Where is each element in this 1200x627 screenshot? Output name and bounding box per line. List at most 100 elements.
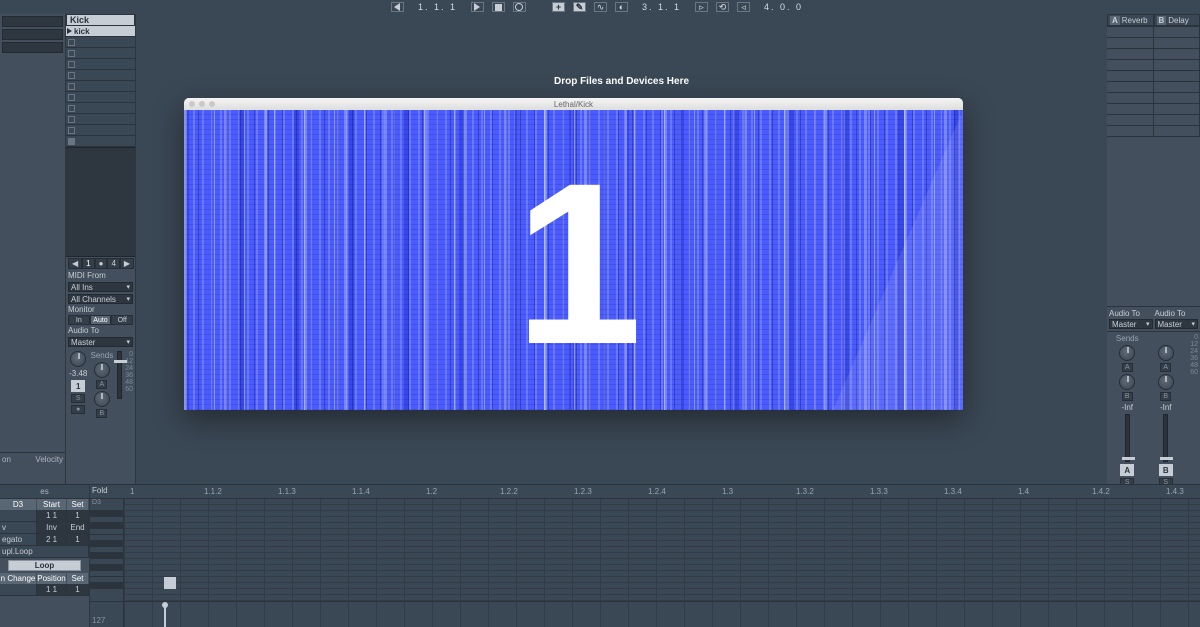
loop-half-button[interactable]: ◐: [615, 2, 628, 12]
return-b-activator[interactable]: B: [1159, 464, 1173, 476]
start-value[interactable]: 1 1: [37, 510, 67, 522]
clip-panel: es D3 Start Set 1 11 vInvEnd egato2 11 u…: [0, 485, 90, 627]
plus-icon: +: [556, 2, 561, 12]
arrangement-position[interactable]: 3. 1. 1: [636, 2, 687, 12]
return-b-audio-to-select[interactable]: Master: [1155, 319, 1199, 329]
transport-bar: 1. 1. 1 + ✎ ∿ ◐ 3. 1. 1 ▹ ⟲ ◃ 4. 0. 0: [0, 0, 1200, 14]
clip-slot-stopall[interactable]: [66, 136, 135, 147]
window-traffic-lights[interactable]: [189, 101, 215, 107]
return-tracks: AReverb BDelay Audio To Master Audio To …: [1107, 14, 1200, 484]
return-a-header[interactable]: AReverb: [1107, 14, 1154, 26]
plugin-body[interactable]: 1: [184, 110, 963, 410]
set-toggle[interactable]: 1: [67, 534, 89, 546]
draw-button[interactable]: ✎: [573, 2, 586, 12]
plugin-titlebar[interactable]: Lethal/Kick: [184, 98, 963, 110]
clip-slot[interactable]: [66, 70, 135, 81]
clip-slot[interactable]: [66, 48, 135, 59]
return-b-db: -Inf: [1160, 403, 1172, 412]
clip-slot[interactable]: [66, 125, 135, 136]
track-kick: Kick kick ◀ 1 ● 4 ▶ MIDI From All Ins Al…: [66, 14, 136, 484]
sends-label: Sends: [1116, 334, 1139, 343]
audio-to-select[interactable]: Master: [68, 337, 133, 347]
return-a-activator[interactable]: A: [1120, 464, 1134, 476]
set-toggle[interactable]: 1: [67, 510, 89, 522]
midi-channel-select[interactable]: All Channels: [68, 294, 133, 304]
pager-page: 1: [82, 258, 94, 269]
overdub-button[interactable]: +: [552, 2, 565, 12]
velocity-grid[interactable]: [124, 602, 1200, 627]
return-b-send-a-knob[interactable]: [1158, 345, 1174, 361]
monitor-off[interactable]: Off: [111, 315, 133, 325]
loop-length[interactable]: 4. 0. 0: [758, 2, 809, 12]
clip-slot[interactable]: [66, 37, 135, 48]
device-overview[interactable]: [66, 147, 135, 257]
position-value[interactable]: 1 1: [37, 584, 67, 596]
play-button[interactable]: [471, 2, 484, 12]
loop-toggle[interactable]: Loop: [8, 560, 81, 571]
change-label: n Change: [0, 573, 37, 584]
return-b-fader[interactable]: [1163, 414, 1168, 462]
start-header: Start: [37, 499, 67, 510]
stop-all-icon: [68, 138, 75, 145]
stop-button[interactable]: [492, 2, 505, 12]
volume-fader[interactable]: [117, 351, 122, 399]
velocity-marker[interactable]: [164, 605, 166, 627]
clip-slot[interactable]: [66, 81, 135, 92]
browser-item[interactable]: [2, 42, 63, 53]
monitor-toggle: In Auto Off: [68, 315, 133, 325]
pager-right[interactable]: ▶: [120, 258, 134, 269]
return-a-fader[interactable]: [1125, 414, 1130, 462]
set-header: Set: [67, 499, 89, 510]
return-b-send-b-knob[interactable]: [1158, 374, 1174, 390]
end-value[interactable]: 2 1: [37, 534, 67, 546]
browser-item[interactable]: [2, 29, 63, 40]
clip-name: kick: [74, 27, 90, 36]
record-button[interactable]: [513, 2, 526, 12]
clip-slot[interactable]: [66, 114, 135, 125]
arm-button[interactable]: ●: [71, 405, 85, 414]
midi-grid[interactable]: [124, 499, 1200, 601]
solo-button[interactable]: S: [71, 394, 85, 403]
velocity-label: Velocity: [35, 455, 63, 464]
monitor-auto[interactable]: Auto: [90, 315, 112, 325]
pager-circle-icon: ●: [95, 258, 108, 269]
send-a-knob[interactable]: [94, 362, 110, 378]
clip-tab-es[interactable]: es: [0, 485, 89, 498]
record-icon: [515, 3, 523, 11]
midi-note-editor: Fold 1 1.1.2 1.1.3 1.1.4 1.2 1.2.2 1.2.3…: [90, 485, 1200, 627]
monitor-in[interactable]: In: [68, 315, 90, 325]
send-b-letter: B: [1160, 392, 1171, 401]
pan-knob[interactable]: [70, 351, 86, 367]
clip-slot[interactable]: [66, 92, 135, 103]
bar-position[interactable]: 1. 1. 1: [412, 2, 463, 12]
punch-in-button[interactable]: ▹: [695, 2, 708, 12]
return-a-send-a-knob[interactable]: [1119, 345, 1135, 361]
return-a-db: -Inf: [1121, 403, 1133, 412]
plugin-window[interactable]: Lethal/Kick 1: [184, 98, 963, 410]
send-b-knob[interactable]: [94, 391, 110, 407]
return-a-audio-to-select[interactable]: Master: [1109, 319, 1153, 329]
track-title[interactable]: Kick: [66, 14, 135, 26]
fold-toggle[interactable]: Fold: [92, 486, 108, 495]
pencil-icon: ✎: [576, 2, 584, 13]
piano-roll-keys[interactable]: D3: [90, 499, 124, 601]
return-a-send-b-knob[interactable]: [1119, 374, 1135, 390]
clip-slot[interactable]: [66, 103, 135, 114]
set-header: Set: [67, 573, 89, 584]
punch-out-button[interactable]: ◃: [737, 2, 750, 12]
automation-button[interactable]: ∿: [594, 2, 607, 12]
drop-hint: Drop Files and Devices Here: [136, 76, 1107, 87]
track-activator[interactable]: 1: [71, 380, 85, 392]
rewind-button[interactable]: [391, 2, 404, 12]
midi-from-select[interactable]: All Ins: [68, 282, 133, 292]
clip-slot[interactable]: [66, 59, 135, 70]
pager-left[interactable]: ◀: [68, 258, 82, 269]
return-b-header[interactable]: BDelay: [1154, 14, 1200, 26]
clip-stop-icon: [68, 105, 75, 112]
clip-slot-0[interactable]: kick: [66, 26, 135, 37]
midi-note[interactable]: [164, 583, 176, 589]
set-toggle[interactable]: 1: [67, 584, 89, 596]
browser-item[interactable]: [2, 16, 63, 27]
loop-button[interactable]: ⟲: [716, 2, 729, 12]
midi-ruler[interactable]: Fold 1 1.1.2 1.1.3 1.1.4 1.2 1.2.2 1.2.3…: [90, 485, 1200, 499]
